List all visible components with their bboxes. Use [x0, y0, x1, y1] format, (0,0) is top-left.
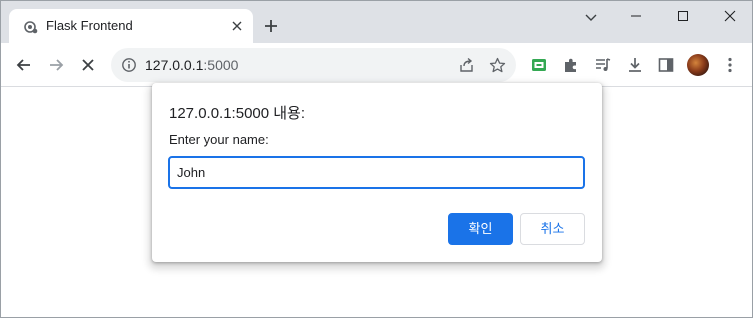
- side-panel-icon[interactable]: [657, 56, 675, 74]
- maximize-icon[interactable]: [660, 1, 706, 31]
- tab-close-icon[interactable]: [229, 18, 245, 34]
- new-tab-plus-icon[interactable]: [262, 17, 280, 35]
- url-text: 127.0.0.1:5000: [145, 57, 238, 73]
- tab-search-chevron-icon[interactable]: [581, 7, 601, 27]
- extension-green-icon[interactable]: [530, 56, 548, 74]
- bookmark-star-icon[interactable]: [489, 57, 506, 74]
- url-host: 127.0.0.1: [145, 57, 204, 73]
- profile-avatar[interactable]: [687, 54, 709, 76]
- prompt-label: Enter your name:: [169, 132, 269, 147]
- more-menu-icon[interactable]: [723, 56, 737, 74]
- site-info-icon[interactable]: [121, 57, 137, 73]
- name-input[interactable]: [168, 156, 585, 189]
- url-port: :5000: [203, 57, 239, 73]
- dialog-title: 127.0.0.1:5000 내용:: [169, 105, 306, 122]
- window-close-icon[interactable]: [707, 1, 752, 31]
- address-bar[interactable]: 127.0.0.1:5000: [111, 48, 516, 82]
- download-icon[interactable]: [626, 56, 644, 74]
- cancel-button[interactable]: 취소: [520, 213, 585, 245]
- tab-strip: Flask Frontend: [1, 1, 752, 43]
- extensions-puzzle-icon[interactable]: [562, 56, 580, 74]
- browser-window: Flask Frontend 127.0.0.1:5000 127.0.0.1:…: [0, 0, 753, 318]
- stop-loading-icon[interactable]: [78, 55, 98, 75]
- tab-flask-frontend[interactable]: Flask Frontend: [9, 9, 253, 43]
- media-playlist-icon[interactable]: [594, 56, 612, 74]
- forward-arrow-icon[interactable]: [46, 55, 66, 75]
- browser-toolbar: 127.0.0.1:5000: [1, 43, 752, 87]
- share-icon[interactable]: [458, 57, 475, 74]
- prompt-dialog: 127.0.0.1:5000 내용: Enter your name: 확인 취…: [152, 83, 602, 262]
- ok-button[interactable]: 확인: [448, 213, 513, 245]
- loading-favicon-icon: [23, 19, 39, 35]
- minimize-icon[interactable]: [613, 1, 659, 31]
- back-arrow-icon[interactable]: [14, 55, 34, 75]
- tab-title: Flask Frontend: [46, 18, 133, 33]
